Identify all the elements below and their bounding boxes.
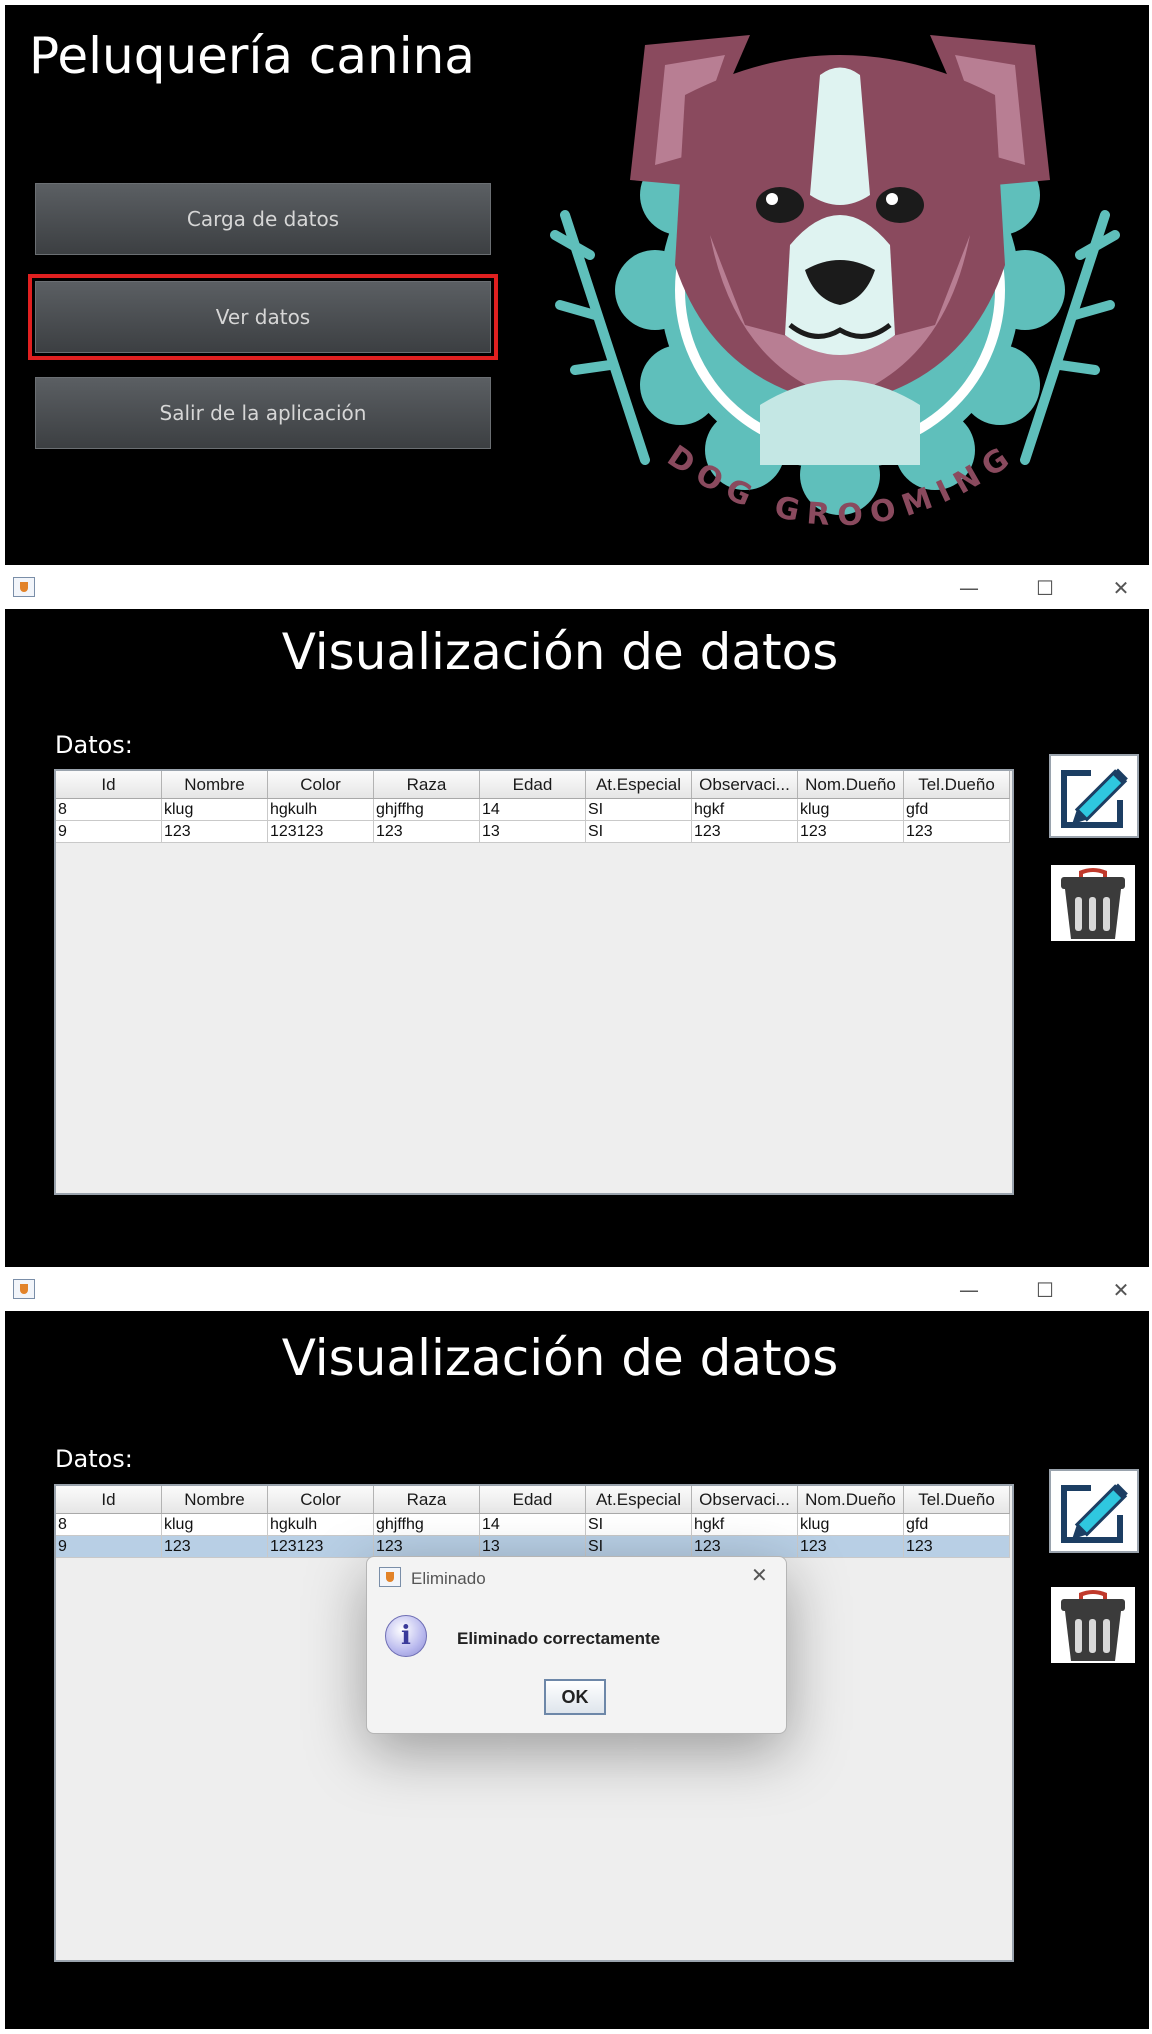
view-data-button[interactable]: Ver datos (28, 274, 498, 360)
column-header[interactable]: Id (56, 1486, 162, 1513)
table-cell[interactable]: 123 (162, 821, 268, 843)
table-row[interactable]: 8 klug hgkulh ghjffhg 14 SI hgkf klug gf… (56, 799, 1010, 821)
window-heading: Visualización de datos (281, 1329, 839, 1387)
minimize-button[interactable]: — (949, 1275, 989, 1305)
column-header[interactable]: Nombre (162, 1486, 268, 1513)
table-cell[interactable]: hgkf (692, 799, 798, 821)
table-cell[interactable]: 8 (56, 1514, 162, 1536)
column-header[interactable]: Id (56, 771, 162, 798)
table-row[interactable]: 9 123 123123 123 13 SI 123 123 123 (56, 821, 1010, 843)
main-menu-window: Peluquería canina Carga de datos Ver dat… (5, 5, 1149, 565)
maximize-button[interactable]: ☐ (1025, 573, 1065, 603)
column-header[interactable]: Raza (374, 1486, 480, 1513)
table-cell[interactable]: 123 (162, 1536, 268, 1558)
window-titlebar: — ☐ ✕ (5, 1269, 1149, 1311)
table-cell[interactable]: gfd (904, 799, 1010, 821)
table-cell[interactable]: 123123 (268, 821, 374, 843)
maximize-button[interactable]: ☐ (1025, 1275, 1065, 1305)
window-heading: Visualización de datos (281, 623, 839, 681)
data-table[interactable]: Id Nombre Color Raza Edad At.Especial Ob… (54, 769, 1014, 1195)
table-cell[interactable]: SI (586, 799, 692, 821)
table-header: Id Nombre Color Raza Edad At.Especial Ob… (56, 1486, 1010, 1514)
window-titlebar: — ☐ ✕ (5, 567, 1149, 609)
trash-can-icon (1061, 1590, 1125, 1661)
table-cell[interactable]: 123 (374, 821, 480, 843)
exit-app-button[interactable]: Salir de la aplicación (35, 377, 491, 449)
info-icon: i (385, 1615, 427, 1657)
table-cell[interactable]: SI (586, 1514, 692, 1536)
table-cell[interactable]: klug (798, 1514, 904, 1536)
table-row[interactable]: 8 klug hgkulh ghjffhg 14 SI hgkf klug gf… (56, 1514, 1010, 1536)
table-cell[interactable]: 9 (56, 821, 162, 843)
table-cell[interactable]: 123 (692, 1536, 798, 1558)
table-cell[interactable]: 123 (904, 1536, 1010, 1558)
column-header[interactable]: Nom.Dueño (798, 1486, 904, 1513)
table-cell[interactable]: 14 (480, 799, 586, 821)
table-cell[interactable]: 123 (374, 1536, 480, 1558)
table-cell[interactable]: 123 (692, 821, 798, 843)
table-cell[interactable]: hgkulh (268, 1514, 374, 1536)
java-icon (13, 577, 35, 597)
dialog-close-button[interactable]: ✕ (751, 1563, 768, 1587)
table-cell[interactable]: klug (798, 799, 904, 821)
table-cell[interactable]: SI (586, 821, 692, 843)
table-cell[interactable]: ghjffhg (374, 799, 480, 821)
table-cell[interactable]: 123 (798, 1536, 904, 1558)
table-cell[interactable]: SI (586, 1536, 692, 1558)
table-cell[interactable]: 14 (480, 1514, 586, 1536)
trash-can-icon (1061, 868, 1125, 939)
close-button[interactable]: ✕ (1101, 573, 1141, 603)
table-cell[interactable]: klug (162, 799, 268, 821)
table-cell[interactable]: 13 (480, 1536, 586, 1558)
pencil-edit-icon (1061, 768, 1128, 828)
edit-button[interactable] (1049, 1469, 1139, 1553)
table-row-selected[interactable]: 9 123 123123 123 13 SI 123 123 123 (56, 1536, 1010, 1558)
column-header[interactable]: Edad (480, 771, 586, 798)
column-header[interactable]: At.Especial (586, 1486, 692, 1513)
table-cell[interactable]: 123 (798, 821, 904, 843)
table-cell[interactable]: hgkulh (268, 799, 374, 821)
load-data-button[interactable]: Carga de datos (35, 183, 491, 255)
column-header[interactable]: Tel.Dueño (904, 771, 1010, 798)
column-header[interactable]: Observaci... (692, 1486, 798, 1513)
column-header[interactable]: Color (268, 771, 374, 798)
column-header[interactable]: Tel.Dueño (904, 1486, 1010, 1513)
column-header[interactable]: Nombre (162, 771, 268, 798)
java-icon (13, 1279, 35, 1299)
table-cell[interactable]: 9 (56, 1536, 162, 1558)
column-header[interactable]: Color (268, 1486, 374, 1513)
table-cell[interactable]: gfd (904, 1514, 1010, 1536)
column-header[interactable]: Raza (374, 771, 480, 798)
delete-button[interactable] (1051, 865, 1135, 941)
table-cell[interactable]: 8 (56, 799, 162, 821)
table-cell[interactable]: 13 (480, 821, 586, 843)
column-header[interactable]: Observaci... (692, 771, 798, 798)
delete-button[interactable] (1051, 1587, 1135, 1663)
dog-grooming-logo: DOG GROOMING (550, 35, 1120, 534)
dialog-title: Eliminado (411, 1569, 486, 1588)
table-header: Id Nombre Color Raza Edad At.Especial Ob… (56, 771, 1010, 799)
table-cell[interactable]: 123123 (268, 1536, 374, 1558)
datos-label: Datos: (55, 731, 133, 759)
app-title: Peluquería canina (29, 27, 475, 85)
table-cell[interactable]: hgkf (692, 1514, 798, 1536)
table-cell[interactable]: 123 (904, 821, 1010, 843)
column-header[interactable]: Edad (480, 1486, 586, 1513)
column-header[interactable]: Nom.Dueño (798, 771, 904, 798)
dialog-message: Eliminado correctamente (457, 1629, 661, 1648)
info-dialog: Eliminado ✕ i Eliminado correctamente OK (366, 1556, 787, 1734)
ok-button[interactable]: OK (544, 1679, 606, 1715)
datos-label: Datos: (55, 1445, 133, 1473)
edit-button[interactable] (1049, 754, 1139, 838)
table-cell[interactable]: ghjffhg (374, 1514, 480, 1536)
close-button[interactable]: ✕ (1101, 1275, 1141, 1305)
minimize-button[interactable]: — (949, 573, 989, 603)
java-icon (379, 1567, 401, 1587)
pencil-edit-icon (1061, 1483, 1128, 1543)
data-view-window: Visualización de datos Datos: Id Nombre … (5, 609, 1149, 1267)
column-header[interactable]: At.Especial (586, 771, 692, 798)
table-cell[interactable]: klug (162, 1514, 268, 1536)
